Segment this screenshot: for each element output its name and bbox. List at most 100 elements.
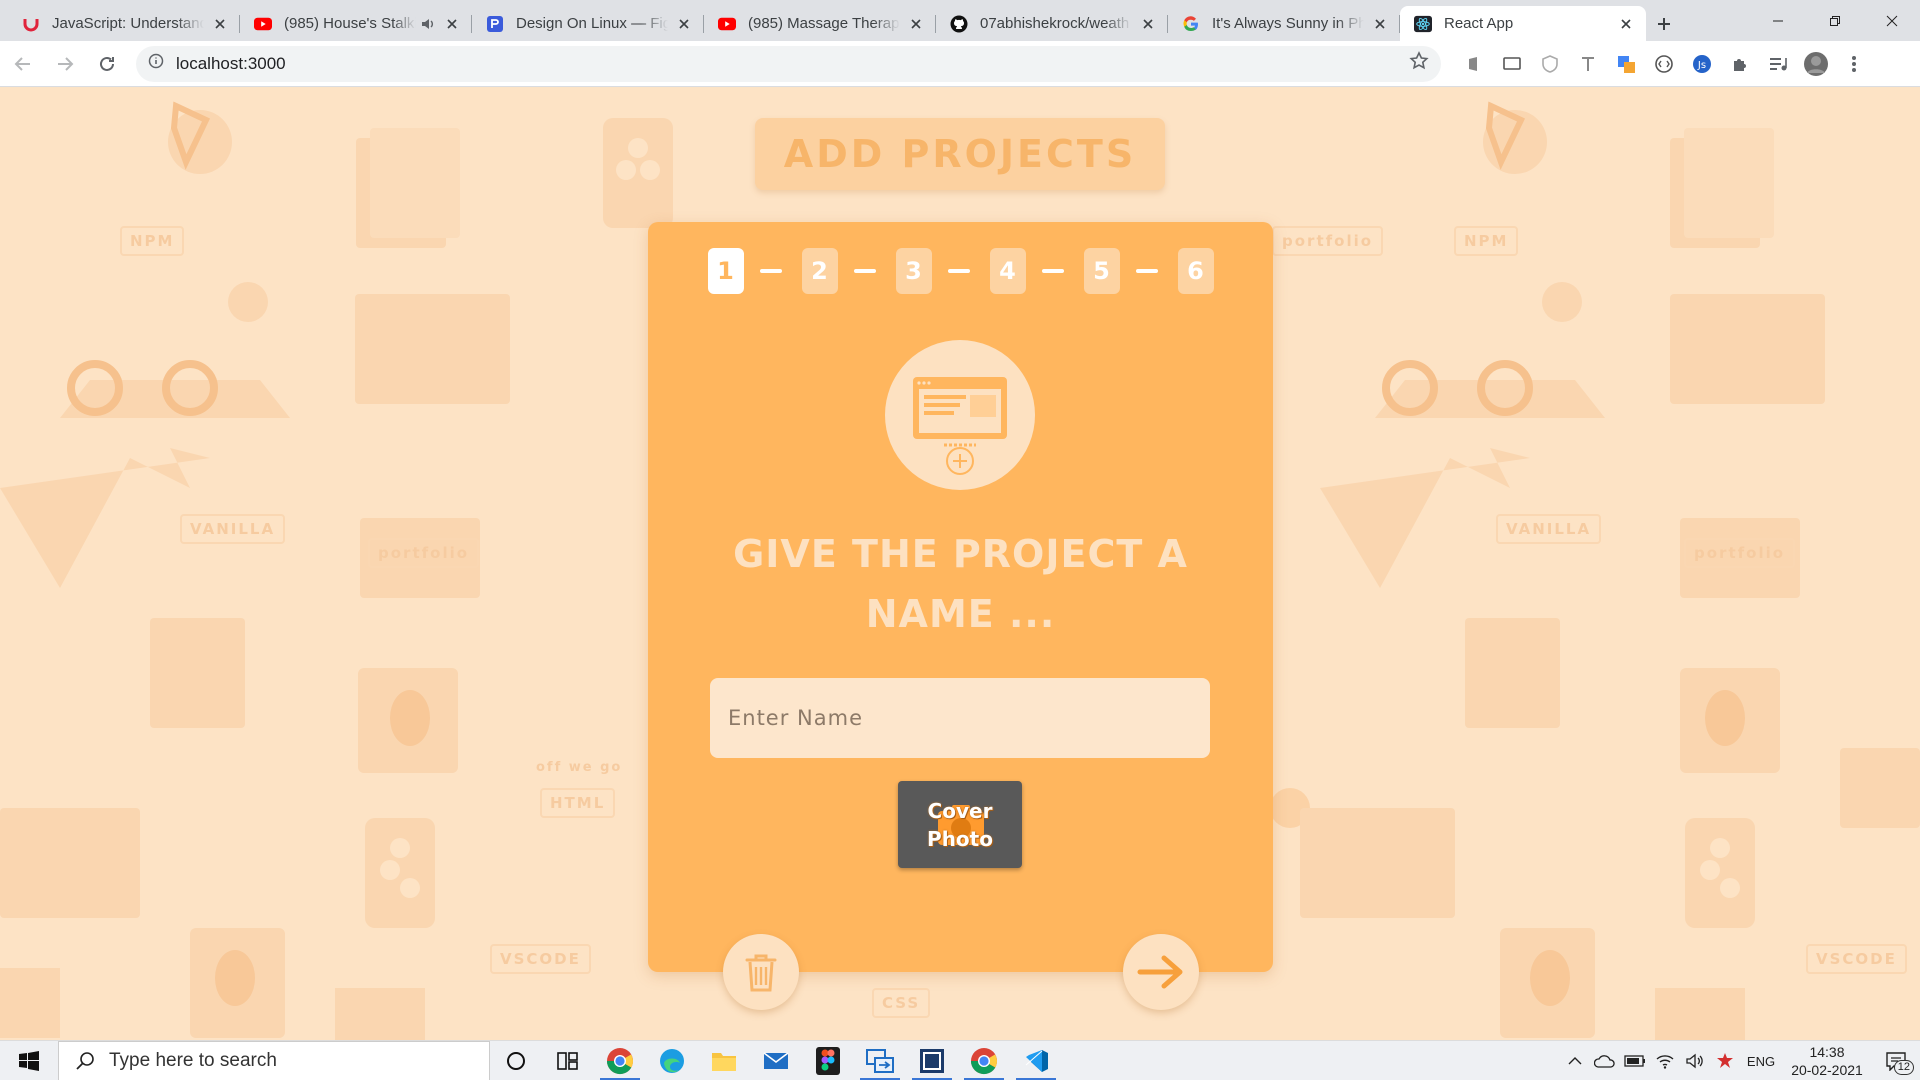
figma-community-icon xyxy=(486,15,504,33)
bg-label-npm-right: NPM xyxy=(1454,226,1519,256)
step-connector xyxy=(759,269,782,273)
github-icon xyxy=(950,15,968,33)
translate-extension-icon[interactable] xyxy=(1607,45,1645,83)
cover-image-placeholder[interactable] xyxy=(885,340,1035,490)
forward-button[interactable] xyxy=(46,45,84,83)
browser-tab[interactable]: (985) House's Stalki xyxy=(240,6,472,41)
bg-label-vscode: VSCODE xyxy=(490,944,591,974)
tab-close-icon[interactable] xyxy=(906,14,926,34)
tab-title: It's Always Sunny in Ph xyxy=(1212,15,1364,32)
window-controls xyxy=(1749,0,1920,41)
media-control-icon[interactable] xyxy=(1759,45,1797,83)
notifications-button[interactable]: 12 xyxy=(1872,1041,1920,1080)
browser-tab[interactable]: JavaScript: Understandi xyxy=(8,6,240,41)
youtube-icon xyxy=(718,15,736,33)
tab-close-icon[interactable] xyxy=(210,14,230,34)
step-indicator: 1 2 3 4 5 6 xyxy=(648,248,1273,294)
udemy-icon xyxy=(22,15,40,33)
shield-extension-icon[interactable] xyxy=(1531,45,1569,83)
youtube-icon xyxy=(254,15,272,33)
tab-audio-icon[interactable] xyxy=(420,16,436,32)
clock-date: 20-02-2021 xyxy=(1791,1062,1863,1078)
address-url: localhost:3000 xyxy=(176,53,286,73)
show-hidden-icons-chevron-icon[interactable] xyxy=(1560,1041,1590,1080)
tab-close-icon[interactable] xyxy=(674,14,694,34)
tab-close-icon[interactable] xyxy=(442,14,462,34)
onedrive-icon[interactable] xyxy=(1590,1041,1620,1080)
task-view-icon[interactable] xyxy=(542,1041,594,1080)
browser-tab-strip: JavaScript: Understandi (985) House's Sta… xyxy=(0,0,1920,41)
browser-tab[interactable]: (985) Massage Therapy xyxy=(704,6,936,41)
js-extension-icon[interactable]: Js xyxy=(1683,45,1721,83)
volume-icon[interactable] xyxy=(1680,1041,1710,1080)
mail-taskbar-icon[interactable] xyxy=(750,1041,802,1080)
cast-extension-icon[interactable] xyxy=(1493,45,1531,83)
reload-button[interactable] xyxy=(88,45,126,83)
step-2[interactable]: 2 xyxy=(801,248,838,294)
edge-taskbar-icon[interactable] xyxy=(646,1041,698,1080)
chrome-taskbar-icon[interactable] xyxy=(594,1041,646,1080)
step-1[interactable]: 1 xyxy=(707,248,744,294)
remote-desktop-taskbar-icon[interactable] xyxy=(854,1041,906,1080)
file-explorer-taskbar-icon[interactable] xyxy=(698,1041,750,1080)
text-extension-icon[interactable] xyxy=(1569,45,1607,83)
google-icon xyxy=(1182,15,1200,33)
step-6[interactable]: 6 xyxy=(1177,248,1214,294)
browser-tab[interactable]: Design On Linux — Fig xyxy=(472,6,704,41)
tab-title: Design On Linux — Fig xyxy=(516,15,668,32)
battery-icon[interactable] xyxy=(1620,1041,1650,1080)
next-step-button[interactable] xyxy=(1123,934,1199,1010)
tab-close-icon[interactable] xyxy=(1138,14,1158,34)
windows-logo-icon xyxy=(19,1050,39,1071)
browser-toolbar: localhost:3000 Js xyxy=(0,41,1920,87)
address-bar[interactable]: localhost:3000 xyxy=(136,45,1441,82)
bookmark-star-icon[interactable] xyxy=(1409,51,1429,76)
project-name-input[interactable] xyxy=(710,678,1210,758)
bg-label-portfolio-right: portfolio xyxy=(1684,538,1796,568)
restore-button[interactable] xyxy=(1806,0,1863,41)
tab-close-icon[interactable] xyxy=(1616,14,1636,34)
bg-label-vscode-right: VSCODE xyxy=(1806,944,1907,974)
close-window-button[interactable] xyxy=(1863,0,1920,41)
search-icon xyxy=(76,1051,94,1070)
chrome-taskbar-icon-2[interactable] xyxy=(958,1041,1010,1080)
app-tray-icon[interactable] xyxy=(1710,1041,1740,1080)
tab-title: 07abhishekrock/weath xyxy=(980,15,1130,32)
browser-tab[interactable]: React App xyxy=(1400,6,1646,41)
profile-avatar[interactable] xyxy=(1797,45,1835,83)
wifi-icon[interactable] xyxy=(1650,1041,1680,1080)
figma-taskbar-icon[interactable] xyxy=(802,1041,854,1080)
bg-label-html: HTML xyxy=(540,788,616,818)
cover-photo-button[interactable]: Cover Photo xyxy=(898,781,1022,868)
devtools-extension-icon[interactable] xyxy=(1645,45,1683,83)
clock-time: 14:38 xyxy=(1809,1044,1845,1060)
office-extension-icon[interactable] xyxy=(1455,45,1493,83)
browser-tab[interactable]: It's Always Sunny in Ph xyxy=(1168,6,1400,41)
ide-taskbar-icon[interactable] xyxy=(906,1041,958,1080)
tab-title: React App xyxy=(1444,15,1514,32)
notification-count: 12 xyxy=(1893,1060,1914,1075)
card-title: GIVE THE PROJECT A NAME ... xyxy=(733,532,1188,636)
back-button[interactable] xyxy=(4,45,42,83)
extensions-puzzle-icon[interactable] xyxy=(1721,45,1759,83)
clock[interactable]: 14:38 20-02-2021 xyxy=(1782,1043,1872,1079)
step-connector xyxy=(1041,269,1064,273)
site-info-icon[interactable] xyxy=(148,53,164,74)
bg-label-vanilla: VANILLA xyxy=(180,514,286,544)
bg-label-portfolio: portfolio xyxy=(368,538,480,568)
minimize-button[interactable] xyxy=(1749,0,1806,41)
step-3[interactable]: 3 xyxy=(895,248,932,294)
browser-menu-icon[interactable] xyxy=(1835,45,1873,83)
cortana-icon[interactable] xyxy=(490,1041,542,1080)
tab-close-icon[interactable] xyxy=(1370,14,1390,34)
step-5[interactable]: 5 xyxy=(1083,248,1120,294)
bg-label-offwego: off we go xyxy=(536,760,623,775)
taskbar-search[interactable]: Type here to search xyxy=(58,1040,490,1080)
language-indicator[interactable]: ENG xyxy=(1740,1041,1782,1080)
vscode-taskbar-icon[interactable] xyxy=(1010,1041,1062,1080)
delete-button[interactable] xyxy=(723,934,799,1010)
browser-tab[interactable]: 07abhishekrock/weath xyxy=(936,6,1168,41)
step-4[interactable]: 4 xyxy=(989,248,1026,294)
new-tab-button[interactable] xyxy=(1646,6,1682,41)
start-button[interactable] xyxy=(0,1041,58,1080)
